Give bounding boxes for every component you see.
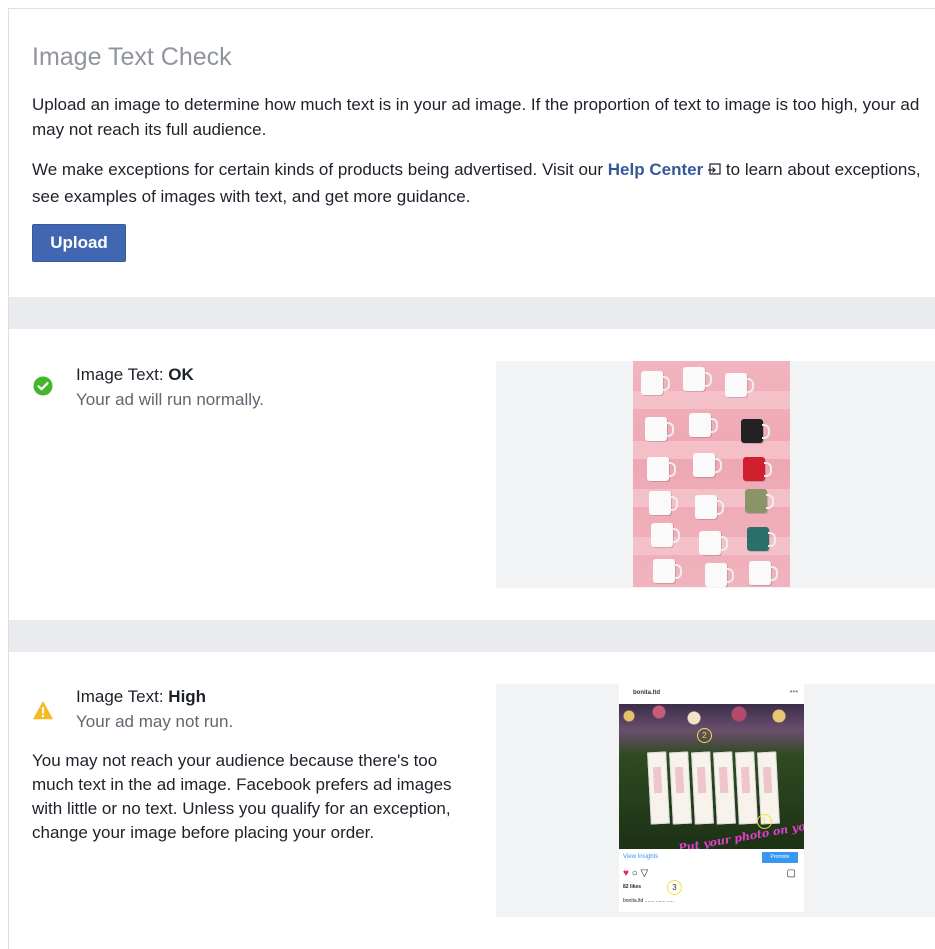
- instagram-account-name: bonita.ltd: [633, 690, 660, 696]
- result-label: Image Text: High: [76, 687, 206, 707]
- view-insights-link: View Insights: [623, 854, 659, 860]
- marker-2: 2: [697, 728, 712, 743]
- help-center-link[interactable]: Help Center: [608, 160, 703, 179]
- instagram-post-image: bonita.ltd ••• 2 1 Put your photo on you…: [619, 684, 804, 912]
- share-icon: ▽: [640, 868, 649, 879]
- check-circle-icon: [33, 376, 53, 401]
- external-link-icon[interactable]: [707, 159, 721, 184]
- post-caption: bonita.ltd ....... ....... .....: [623, 898, 674, 904]
- result-label-prefix: Image Text:: [76, 365, 169, 384]
- warning-icon: [33, 701, 53, 725]
- section-divider: [9, 620, 935, 652]
- upload-button[interactable]: Upload: [32, 224, 126, 262]
- result-rating: High: [168, 687, 207, 706]
- post-action-icons: ♥ ○ ▽: [623, 868, 648, 879]
- section-divider: [9, 297, 935, 329]
- bookmarks-photo: 2 1 Put your photo on your bookmark: [619, 704, 804, 849]
- exceptions-text-before: We make exceptions for certain kinds of …: [32, 160, 608, 179]
- promote-button: Promote: [762, 852, 798, 863]
- description-text: Upload an image to determine how much te…: [32, 95, 920, 139]
- result-label-prefix: Image Text:: [76, 687, 169, 706]
- marker-3: 3: [667, 880, 682, 895]
- result-details: You may not reach your audience because …: [32, 751, 452, 842]
- image-text-check-panel: Image Text Check Upload an image to dete…: [8, 8, 935, 949]
- ad-image-preview: bonita.ltd ••• 2 1 Put your photo on you…: [496, 684, 935, 917]
- ad-image-preview: [496, 361, 935, 588]
- result-subtitle: Your ad will run normally.: [76, 390, 265, 409]
- bookmark-icon: ▢: [786, 868, 796, 879]
- heart-icon: ♥: [623, 868, 629, 879]
- result-subtitle: Your ad may not run.: [76, 712, 234, 731]
- mug-wall-image: [633, 361, 790, 587]
- comment-icon: ○: [631, 868, 638, 879]
- likes-count: 82 likes: [623, 884, 642, 890]
- result-label: Image Text: OK: [76, 365, 194, 385]
- page-title: Image Text Check: [32, 43, 232, 71]
- more-options-icon: •••: [789, 687, 798, 696]
- exceptions-text: We make exceptions for certain kinds of …: [32, 157, 927, 209]
- result-rating: OK: [168, 365, 194, 384]
